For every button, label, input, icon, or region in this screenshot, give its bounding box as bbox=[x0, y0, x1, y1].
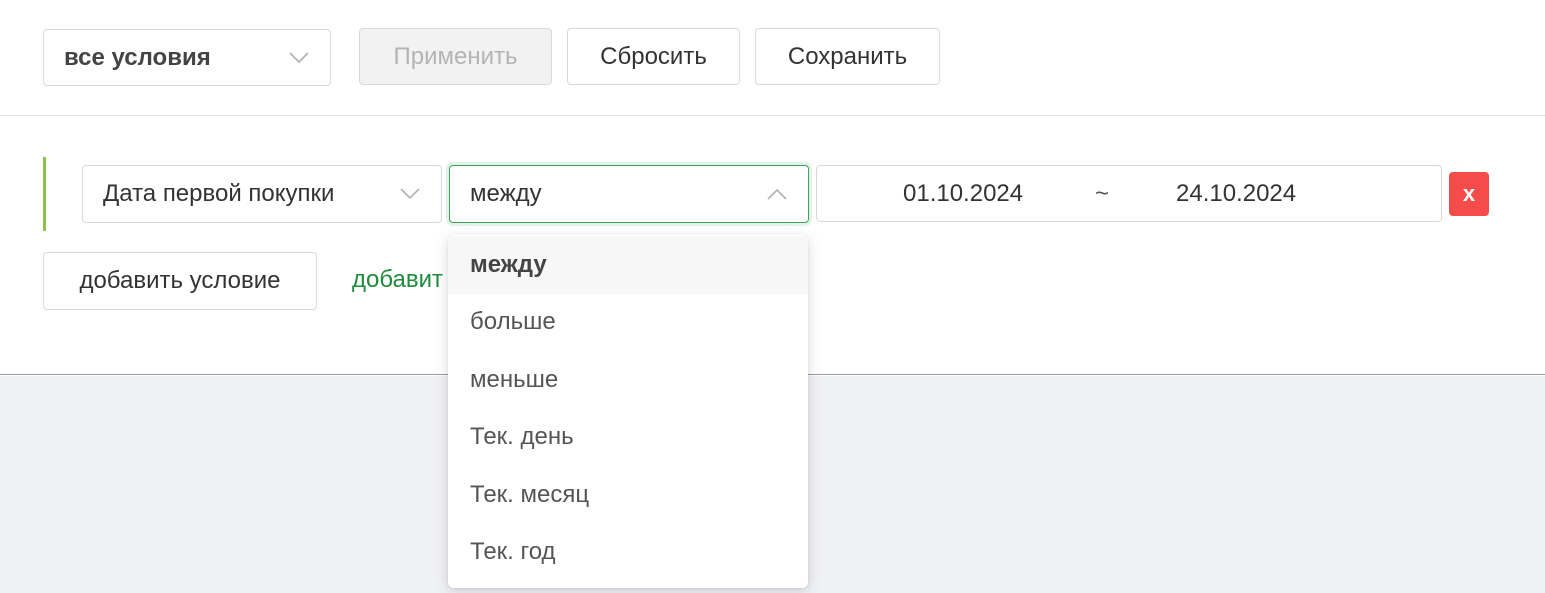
condition-field-value: Дата первой покупки bbox=[103, 180, 335, 207]
add-group-link[interactable]: добавит bbox=[352, 266, 443, 294]
condition-group-bar bbox=[43, 157, 46, 231]
condition-operator-value: между bbox=[470, 180, 542, 207]
add-condition-button[interactable]: добавить условие bbox=[43, 252, 317, 310]
condition-field-select[interactable]: Дата первой покупки bbox=[82, 165, 442, 223]
apply-button[interactable]: Применить bbox=[359, 28, 552, 85]
condition-operator-select[interactable]: между bbox=[449, 165, 809, 223]
condition-mode-value: все условия bbox=[64, 43, 211, 71]
operator-option[interactable]: между bbox=[448, 236, 808, 294]
operator-option[interactable]: меньше bbox=[448, 351, 808, 409]
reset-button[interactable]: Сбросить bbox=[567, 28, 740, 85]
date-from-input[interactable]: 01.10.2024 bbox=[903, 180, 1023, 208]
chevron-up-icon bbox=[766, 183, 788, 205]
operator-dropdown-menu: между больше меньше Тек. день Тек. месяц Тек.… bbox=[448, 235, 808, 588]
date-range-separator: ~ bbox=[1095, 179, 1110, 207]
filter-toolbar: все условия Применить Сбросить Сохранить bbox=[0, 0, 1545, 116]
remove-condition-button[interactable]: x bbox=[1449, 172, 1489, 216]
chevron-down-icon bbox=[399, 183, 421, 205]
operator-option[interactable]: Тек. день bbox=[448, 409, 808, 467]
save-button[interactable]: Сохранить bbox=[755, 28, 940, 85]
operator-option[interactable]: Тек. год bbox=[448, 524, 808, 582]
date-range-picker[interactable]: 01.10.2024 ~ 24.10.2024 bbox=[816, 165, 1442, 222]
operator-option[interactable]: больше bbox=[448, 294, 808, 352]
chevron-down-icon bbox=[288, 47, 310, 69]
condition-mode-select[interactable]: все условия bbox=[43, 29, 331, 86]
date-to-input[interactable]: 24.10.2024 bbox=[1176, 180, 1296, 208]
operator-option[interactable]: Тек. месяц bbox=[448, 466, 808, 524]
